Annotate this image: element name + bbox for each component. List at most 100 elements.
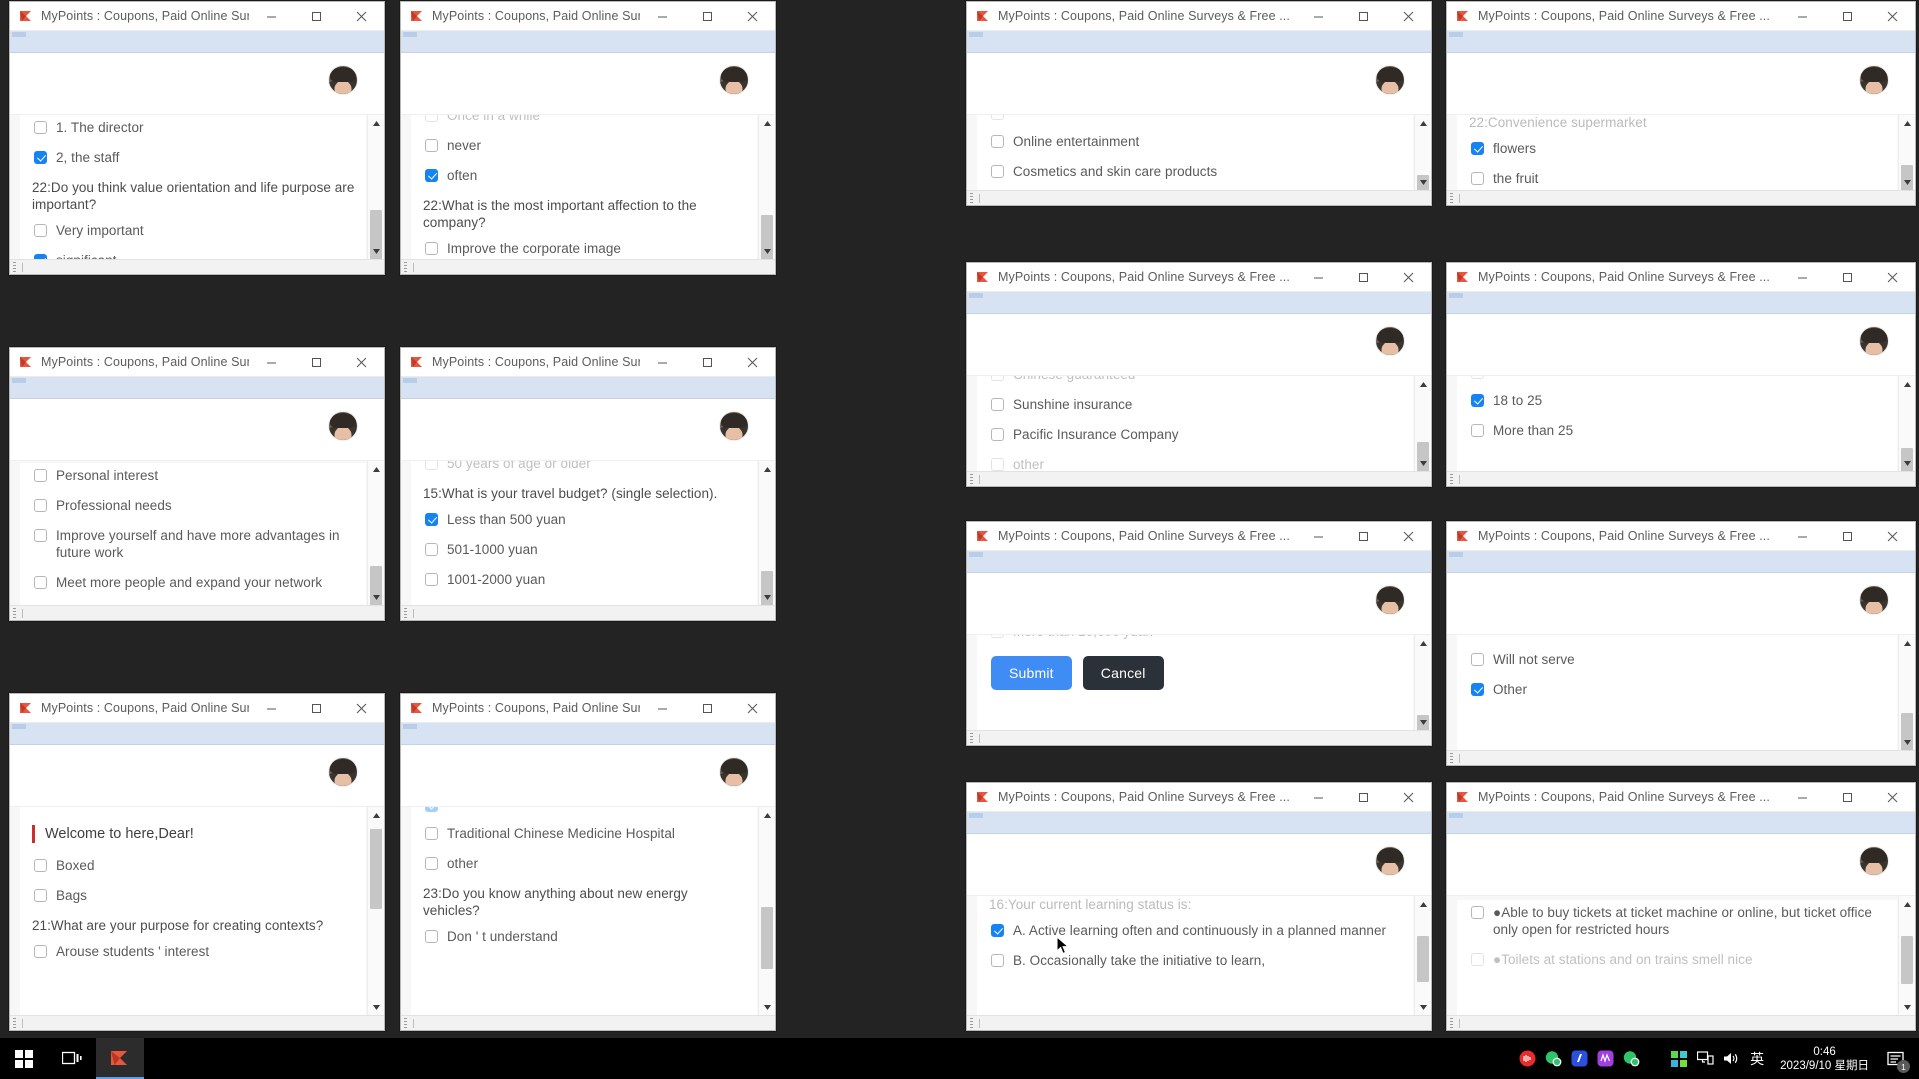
vertical-scrollbar[interactable] [758,115,775,259]
minimize-button[interactable] [249,2,294,31]
checkbox-checked[interactable] [1471,683,1484,696]
window-controls[interactable] [640,2,775,30]
checkbox[interactable] [1471,906,1484,919]
scroll-up-arrow[interactable] [1899,115,1915,131]
mypoints-app-icon[interactable] [96,1038,144,1079]
option-row[interactable]: Improve yourself and have more advantage… [34,527,356,561]
close-button[interactable] [339,694,384,723]
titlebar[interactable]: MyPoints : Coupons, Paid Online Surveys … [10,694,384,723]
option-row[interactable]: Arouse students ' interest [34,943,356,960]
vertical-scrollbar[interactable] [1898,376,1915,471]
maximize-button[interactable] [685,2,730,31]
option-row[interactable] [1471,376,1887,379]
titlebar[interactable]: MyPoints : Coupons, Paid Online Surveys … [967,783,1431,812]
browser-icon[interactable] [1566,1038,1592,1079]
close-button[interactable] [1386,522,1431,551]
resize-grip[interactable] [1450,474,1453,485]
scroll-up-arrow[interactable] [1415,376,1431,392]
window-controls[interactable] [1780,522,1915,550]
option-row[interactable]: Personal interest [34,467,356,484]
vertical-scrollbar[interactable] [367,115,384,259]
maximize-button[interactable] [1341,783,1386,812]
checkbox[interactable] [425,827,438,840]
checkbox[interactable] [425,461,438,470]
option-row[interactable]: Pacific Insurance Company [991,426,1403,443]
checkbox[interactable] [425,115,438,122]
titlebar[interactable]: MyPoints : Coupons, Paid Online Surveys … [10,348,384,377]
titlebar[interactable]: MyPoints : Coupons, Paid Online Surveys … [10,2,384,31]
close-button[interactable] [1386,2,1431,31]
horizontal-scrollbar[interactable] [1447,750,1915,765]
vertical-scrollbar[interactable] [1898,896,1915,1015]
titlebar[interactable]: MyPoints : Coupons, Paid Online Surveys … [967,522,1431,551]
option-row[interactable]: Bags [34,887,356,904]
resize-grip[interactable] [13,262,16,273]
maximize-button[interactable] [294,2,339,31]
clock[interactable]: 0:46 2023/9/10 星期日 [1770,1038,1879,1079]
checkbox[interactable] [34,224,47,237]
horizontal-scrollbar[interactable] [401,605,775,620]
browser-window-10[interactable]: MyPoints : Coupons, Paid Online Surveys … [1446,521,1916,766]
vertical-scrollbar[interactable] [1414,896,1431,1015]
window-controls[interactable] [640,348,775,376]
minimize-button[interactable] [640,348,685,377]
option-row[interactable]: other [991,456,1403,471]
scroll-up-arrow[interactable] [368,807,384,823]
scrollbar-thumb[interactable] [370,829,382,909]
resize-grip[interactable] [13,608,16,619]
option-row[interactable]: Chinese guaranteed [991,376,1403,383]
window-controls[interactable] [249,694,384,722]
browser-window-6[interactable]: MyPoints : Coupons, Paid Online Surveys … [400,347,776,621]
maximize-button[interactable] [1825,263,1870,292]
scroll-down-arrow[interactable] [1415,455,1431,471]
scroll-track[interactable] [413,1019,773,1028]
scroll-down-arrow[interactable] [1899,999,1915,1015]
maximize-button[interactable] [294,348,339,377]
browser-window-9[interactable]: MyPoints : Coupons, Paid Online Surveys … [966,521,1432,746]
scroll-down-arrow[interactable] [759,589,775,605]
scrollbar-thumb[interactable] [1417,936,1429,982]
scroll-down-arrow[interactable] [368,589,384,605]
scroll-track[interactable] [413,609,773,618]
checkbox[interactable] [34,859,47,872]
option-row[interactable]: Very important [34,222,356,239]
horizontal-scrollbar[interactable] [10,605,384,620]
scroll-up-arrow[interactable] [759,461,775,477]
scroll-down-arrow[interactable] [759,243,775,259]
option-row[interactable]: 1. The director [34,119,356,136]
netease-music-icon[interactable] [1514,1038,1540,1079]
scroll-down-arrow[interactable] [1899,734,1915,750]
resize-grip[interactable] [404,262,407,273]
option-row[interactable]: the fruit [1471,170,1887,187]
submit-button[interactable]: Submit [991,656,1072,690]
titlebar[interactable]: MyPoints : Coupons, Paid Online Surveys … [967,2,1431,31]
titlebar[interactable]: MyPoints : Coupons, Paid Online Surveys … [1447,263,1915,292]
close-button[interactable] [339,348,384,377]
option-row[interactable]: Sunshine insurance [991,396,1403,413]
scroll-up-arrow[interactable] [1415,896,1431,912]
scroll-track[interactable] [979,1019,1429,1028]
checkbox[interactable] [1471,424,1484,437]
scroll-track[interactable] [979,475,1429,484]
scroll-down-arrow[interactable] [1899,455,1915,471]
vertical-scrollbar[interactable] [1414,635,1431,730]
option-row[interactable]: ●Able to buy tickets at ticket machine o… [1471,904,1887,938]
checkbox[interactable] [34,529,47,542]
option-row[interactable]: B. Occasionally take the initiative to l… [991,952,1403,969]
checkbox[interactable] [34,576,47,589]
option-row[interactable]: More than 10,000 yuan [991,635,1403,640]
minimize-button[interactable] [1780,263,1825,292]
app-purple-icon[interactable] [1592,1038,1618,1079]
scrollbar-thumb[interactable] [761,907,773,969]
resize-grip[interactable] [404,1018,407,1029]
minimize-button[interactable] [640,694,685,723]
nvidia-icon[interactable] [1666,1038,1692,1079]
option-row[interactable]: 501-1000 yuan [425,541,747,558]
scroll-up-arrow[interactable] [1899,896,1915,912]
scroll-track[interactable] [1459,475,1913,484]
option-row[interactable]: significant [34,252,356,259]
option-row[interactable]: ●Toilets at stations and on trains smell… [1471,951,1887,968]
checkbox[interactable] [425,930,438,943]
vertical-scrollbar[interactable] [758,807,775,1015]
checkbox[interactable] [425,242,438,255]
